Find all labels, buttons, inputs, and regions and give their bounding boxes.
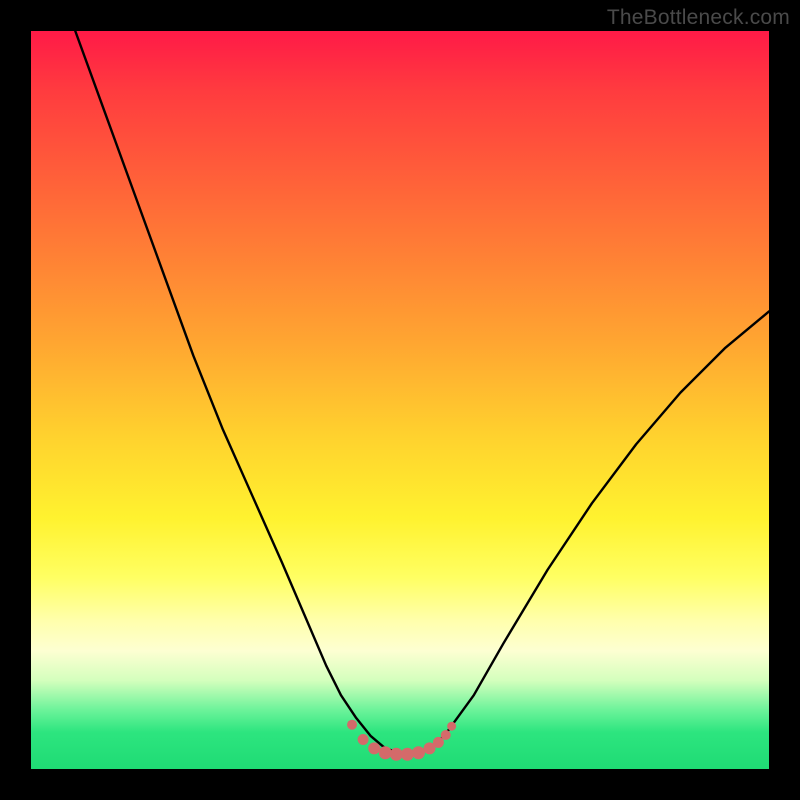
- trough-marker: [412, 746, 425, 759]
- chart-frame: TheBottleneck.com: [0, 0, 800, 800]
- trough-marker: [347, 720, 357, 730]
- watermark-text: TheBottleneck.com: [607, 6, 790, 30]
- chart-overlay: [31, 31, 769, 769]
- trough-marker: [358, 734, 369, 745]
- trough-marker: [401, 748, 414, 761]
- trough-marker: [379, 746, 392, 759]
- curve-group: [75, 31, 769, 753]
- trough-marker: [390, 748, 403, 761]
- trough-marker: [441, 730, 451, 740]
- bottleneck-curve: [75, 31, 769, 753]
- trough-marker: [447, 722, 456, 731]
- trough-marker: [368, 742, 380, 754]
